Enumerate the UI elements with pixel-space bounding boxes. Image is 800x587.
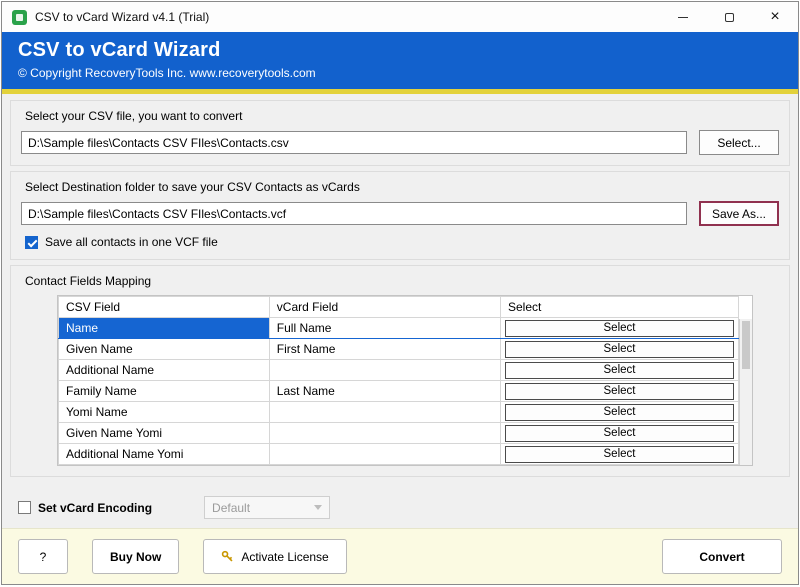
row-select-button[interactable]: Select [505,446,734,463]
maximize-button[interactable] [706,2,752,32]
minimize-icon [678,17,688,18]
main-content: Select your CSV file, you want to conver… [2,94,798,528]
vcf-path-input[interactable] [21,202,687,225]
select-cell: Select [500,318,738,339]
save-all-checkbox-box[interactable] [25,236,38,249]
table-row[interactable]: Family NameLast Name Select [59,381,739,402]
table-row[interactable]: Given NameFirst Name Select [59,339,739,360]
maximize-icon [725,13,734,22]
app-title: CSV to vCard Wizard [18,39,782,62]
vcard-field-cell[interactable] [269,423,500,444]
encoding-checkbox[interactable]: Set vCard Encoding [18,501,152,515]
table-header-row: CSV Field vCard Field Select [59,297,739,318]
table-row[interactable]: Additional Name Select [59,360,739,381]
source-group: Select your CSV file, you want to conver… [10,100,790,166]
destination-label: Select Destination folder to save your C… [25,180,781,194]
close-button[interactable]: × [752,2,798,32]
column-header-select: Select [500,297,738,318]
encoding-checkbox-label: Set vCard Encoding [38,501,152,515]
vcard-field-cell[interactable] [269,360,500,381]
table-row[interactable]: Additional Name Yomi Select [59,444,739,465]
select-cell: Select [500,423,738,444]
window-title: CSV to vCard Wizard v4.1 (Trial) [35,10,209,24]
copyright-text: © Copyright RecoveryTools Inc. www.recov… [18,66,782,80]
table-scrollbar[interactable] [739,319,752,465]
row-select-button[interactable]: Select [505,425,734,442]
vcard-field-cell[interactable]: Last Name [269,381,500,402]
close-icon: × [770,9,779,25]
column-header-vcard-field: vCard Field [269,297,500,318]
csv-field-cell[interactable]: Given Name [59,339,270,360]
csv-field-cell[interactable]: Given Name Yomi [59,423,270,444]
convert-button[interactable]: Convert [662,539,782,574]
minimize-button[interactable] [660,2,706,32]
help-button[interactable]: ? [18,539,68,574]
vcard-field-cell[interactable] [269,444,500,465]
buy-now-button[interactable]: Buy Now [92,539,179,574]
mapping-group: Contact Fields Mapping CSV Field vCard F… [10,265,790,477]
mapping-label: Contact Fields Mapping [25,274,781,288]
mapping-table: CSV Field vCard Field Select NameFull Na… [57,295,753,466]
csv-field-cell[interactable]: Additional Name [59,360,270,381]
activate-license-button[interactable]: Activate License [203,539,346,574]
row-select-button[interactable]: Select [505,341,734,358]
table-row[interactable]: NameFull Name Select [59,318,739,339]
app-icon [12,10,27,25]
row-select-button[interactable]: Select [505,404,734,421]
scrollbar-thumb[interactable] [742,321,750,369]
window-controls: × [660,2,798,32]
save-as-button[interactable]: Save As... [699,201,779,226]
table-row[interactable]: Yomi Name Select [59,402,739,423]
select-cell: Select [500,339,738,360]
activate-license-label: Activate License [241,550,328,564]
header-banner: CSV to vCard Wizard © Copyright Recovery… [2,32,798,89]
csv-field-cell[interactable]: Name [59,318,270,339]
select-csv-button[interactable]: Select... [699,130,779,155]
encoding-row: Set vCard Encoding Default [18,496,790,519]
row-select-button[interactable]: Select [505,383,734,400]
chevron-down-icon [314,505,322,510]
csv-field-cell[interactable]: Yomi Name [59,402,270,423]
csv-field-cell[interactable]: Family Name [59,381,270,402]
row-select-button[interactable]: Select [505,362,734,379]
destination-group: Select Destination folder to save your C… [10,171,790,260]
vcard-field-cell[interactable] [269,402,500,423]
save-all-checkbox[interactable]: Save all contacts in one VCF file [25,235,781,249]
csv-field-cell[interactable]: Additional Name Yomi [59,444,270,465]
select-cell: Select [500,360,738,381]
csv-path-input[interactable] [21,131,687,154]
select-cell: Select [500,381,738,402]
encoding-checkbox-box[interactable] [18,501,31,514]
select-cell: Select [500,444,738,465]
title-bar: CSV to vCard Wizard v4.1 (Trial) × [2,2,798,32]
vcard-field-cell[interactable]: Full Name [269,318,500,339]
encoding-dropdown-value: Default [212,501,250,515]
save-all-checkbox-label: Save all contacts in one VCF file [45,235,218,249]
table-row[interactable]: Given Name Yomi Select [59,423,739,444]
vcard-field-cell[interactable]: First Name [269,339,500,360]
mapping-table-body: NameFull Name Select Given NameFirst Name S… [59,318,739,465]
row-select-button[interactable]: Select [505,320,734,337]
encoding-dropdown: Default [204,496,330,519]
key-icon [221,550,234,563]
app-window: CSV to vCard Wizard v4.1 (Trial) × CSV t… [1,1,799,585]
source-label: Select your CSV file, you want to conver… [25,109,781,123]
select-cell: Select [500,402,738,423]
column-header-csv-field: CSV Field [59,297,270,318]
footer-bar: ? Buy Now Activate License Convert [2,528,798,584]
